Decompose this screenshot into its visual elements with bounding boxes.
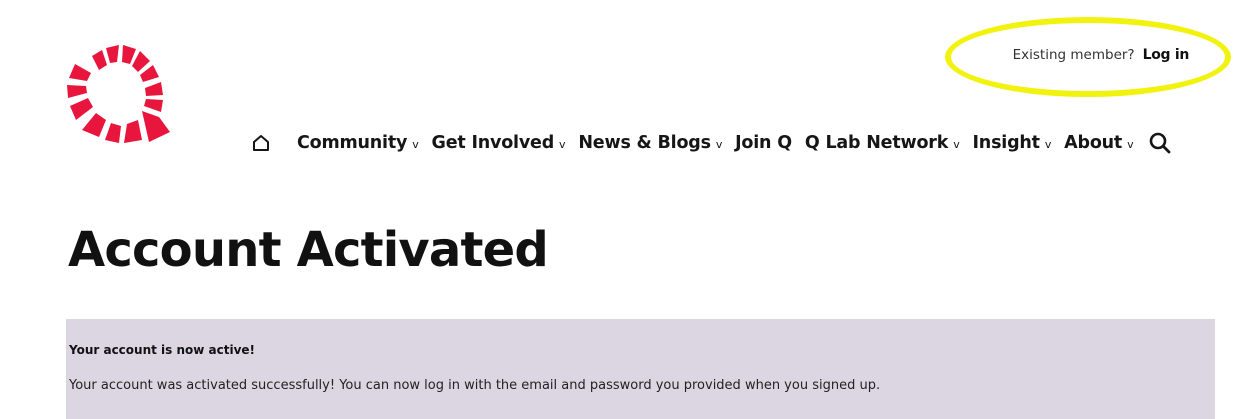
nav-item-about[interactable]: About v	[1064, 133, 1133, 153]
nav-item-news-blogs[interactable]: News & Blogs v	[578, 133, 722, 153]
notice-title: Your account is now active!	[69, 343, 256, 357]
existing-member-text: Existing member?	[1012, 47, 1135, 63]
search-icon[interactable]	[1148, 131, 1172, 155]
nav-item-label: Get Involved	[431, 133, 555, 153]
notice-body: Your account was activated successfully!…	[69, 378, 881, 393]
chevron-down-icon: v	[559, 137, 566, 151]
main-nav: Community v Get Involved v News & Blogs …	[252, 129, 1172, 157]
nav-item-join-q[interactable]: Join Q	[735, 133, 792, 153]
chevron-down-icon: v	[1044, 137, 1052, 151]
nav-item-insight[interactable]: Insight v	[973, 133, 1052, 153]
page-title: Account Activated	[68, 222, 549, 278]
nav-item-label: About	[1064, 133, 1123, 153]
member-login-area: Existing member? Log in	[941, 13, 1235, 101]
nav-item-label: Q Lab Network	[804, 133, 949, 153]
home-icon[interactable]	[252, 133, 272, 153]
nav-item-label: News & Blogs	[578, 133, 711, 153]
nav-item-label: Community	[297, 133, 408, 153]
page: Existing member? Log in Community v Get …	[0, 0, 1235, 419]
chevron-down-icon: v	[953, 137, 960, 151]
chevron-down-icon: v	[412, 137, 419, 151]
nav-item-q-lab-network[interactable]: Q Lab Network v	[805, 133, 960, 153]
nav-item-community[interactable]: Community v	[297, 133, 419, 153]
member-prompt-row: Existing member? Log in	[1012, 47, 1190, 63]
nav-item-get-involved[interactable]: Get Involved v	[432, 133, 566, 153]
chevron-down-icon: v	[1127, 137, 1134, 151]
chevron-down-icon: v	[715, 137, 723, 151]
nav-item-label: Join Q	[735, 133, 792, 153]
login-link[interactable]: Log in	[1143, 47, 1190, 63]
logo-icon[interactable]	[66, 44, 172, 144]
nav-item-label: Insight	[972, 133, 1041, 153]
account-active-notice: Your account is now active! Your account…	[66, 319, 1215, 419]
